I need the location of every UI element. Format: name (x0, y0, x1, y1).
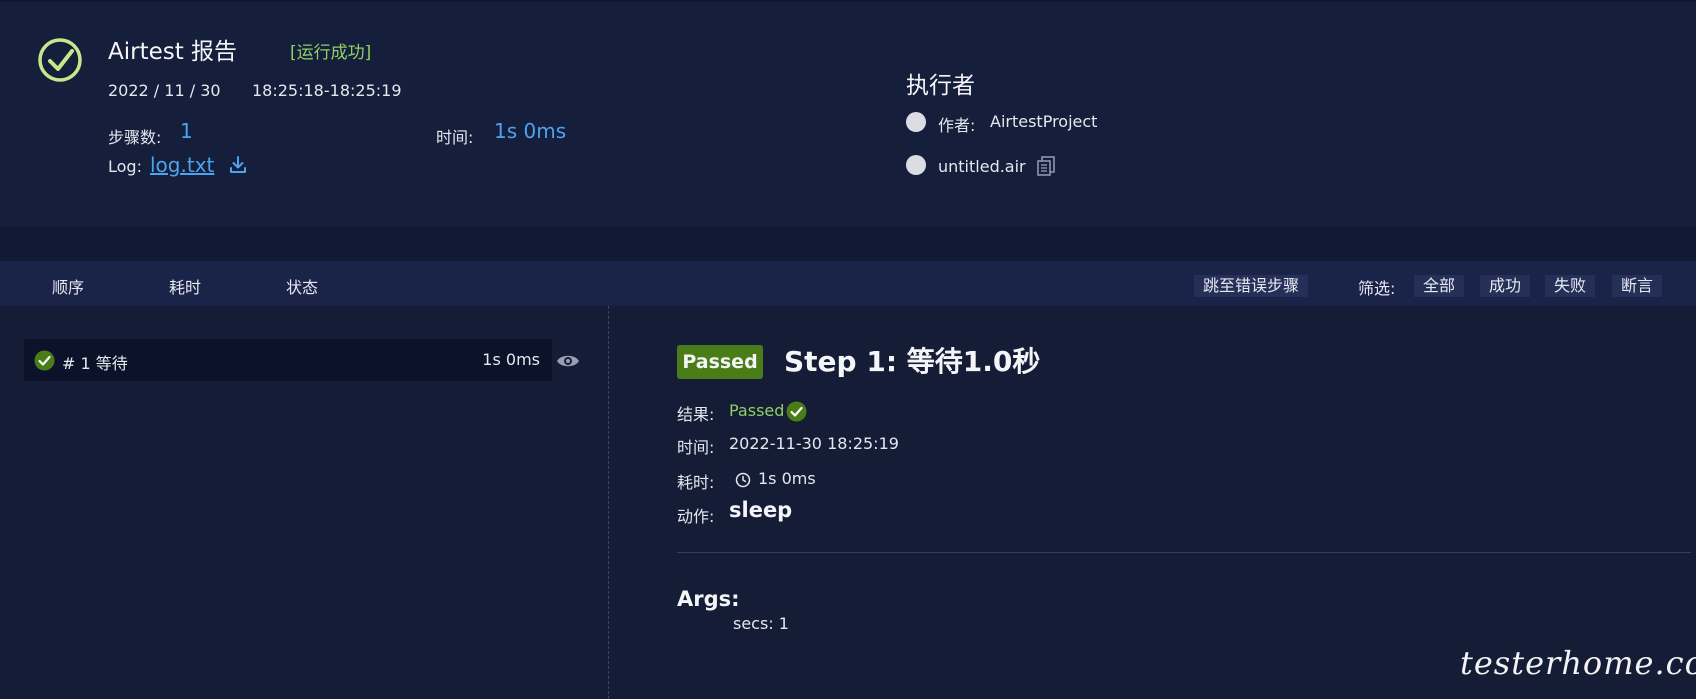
detail-separator (677, 552, 1691, 553)
action-value: sleep (729, 498, 793, 522)
steps-count: 1 (180, 119, 193, 143)
result-label: 结果: (677, 405, 715, 424)
watermark: testerhome.com (1460, 644, 1696, 682)
report-date: 2022 / 11 / 30 (108, 81, 221, 100)
detail-time-label: 时间: (677, 438, 715, 457)
script-name: untitled.air (938, 157, 1026, 176)
report-time-range: 18:25:18-18:25:19 (252, 81, 402, 100)
panel-divider (608, 306, 609, 699)
step-detail-title: Step 1: 等待1.0秒 (784, 345, 1041, 378)
sort-by-status[interactable]: 状态 (286, 274, 318, 298)
result-passed-icon (786, 401, 807, 422)
run-status: [运行成功] (290, 43, 372, 63)
script-dot (906, 155, 926, 175)
report-title: Airtest 报告 (108, 39, 238, 65)
check-circle-icon (38, 38, 82, 82)
result-value: Passed (729, 401, 785, 420)
detail-time-value: 2022-11-30 18:25:19 (729, 434, 899, 453)
steps-label: 步骤数: (108, 128, 162, 147)
filter-all-button[interactable]: 全部 (1414, 275, 1465, 297)
author-dot (906, 112, 926, 132)
report-header (0, 0, 1696, 229)
filter-assert-button[interactable]: 断言 (1612, 275, 1663, 297)
step-list-item[interactable]: # 1 等待 1s 0ms (24, 339, 552, 381)
duration-value: 1s 0ms (758, 469, 816, 488)
section-divider (0, 227, 1696, 261)
log-link[interactable]: log.txt (150, 153, 214, 177)
step-label: # 1 等待 (62, 354, 128, 373)
author-label: 作者: (938, 116, 976, 135)
author-name: AirtestProject (990, 112, 1098, 131)
total-time: 1s 0ms (494, 119, 567, 143)
step-duration: 1s 0ms (482, 350, 540, 369)
eye-icon[interactable] (556, 352, 580, 370)
filter-label: 筛选: (1358, 279, 1396, 298)
passed-badge: Passed (677, 345, 763, 379)
download-icon[interactable] (228, 155, 248, 175)
duration-label: 耗时: (677, 473, 715, 492)
jump-to-error-button[interactable]: 跳至错误步骤 (1194, 275, 1309, 297)
sort-by-duration[interactable]: 耗时 (169, 274, 201, 298)
action-label: 动作: (677, 507, 715, 526)
filter-success-button[interactable]: 成功 (1480, 275, 1531, 297)
filter-fail-button[interactable]: 失败 (1545, 275, 1596, 297)
clock-icon (735, 472, 751, 488)
time-label: 时间: (436, 128, 474, 147)
sort-by-order[interactable]: 顺序 (52, 274, 84, 298)
log-label: Log: (108, 157, 142, 176)
step-passed-icon (34, 350, 55, 371)
copy-icon[interactable] (1036, 155, 1056, 177)
args-title: Args: (677, 587, 740, 611)
executor-title: 执行者 (906, 73, 975, 99)
args-value: secs: 1 (733, 614, 789, 633)
